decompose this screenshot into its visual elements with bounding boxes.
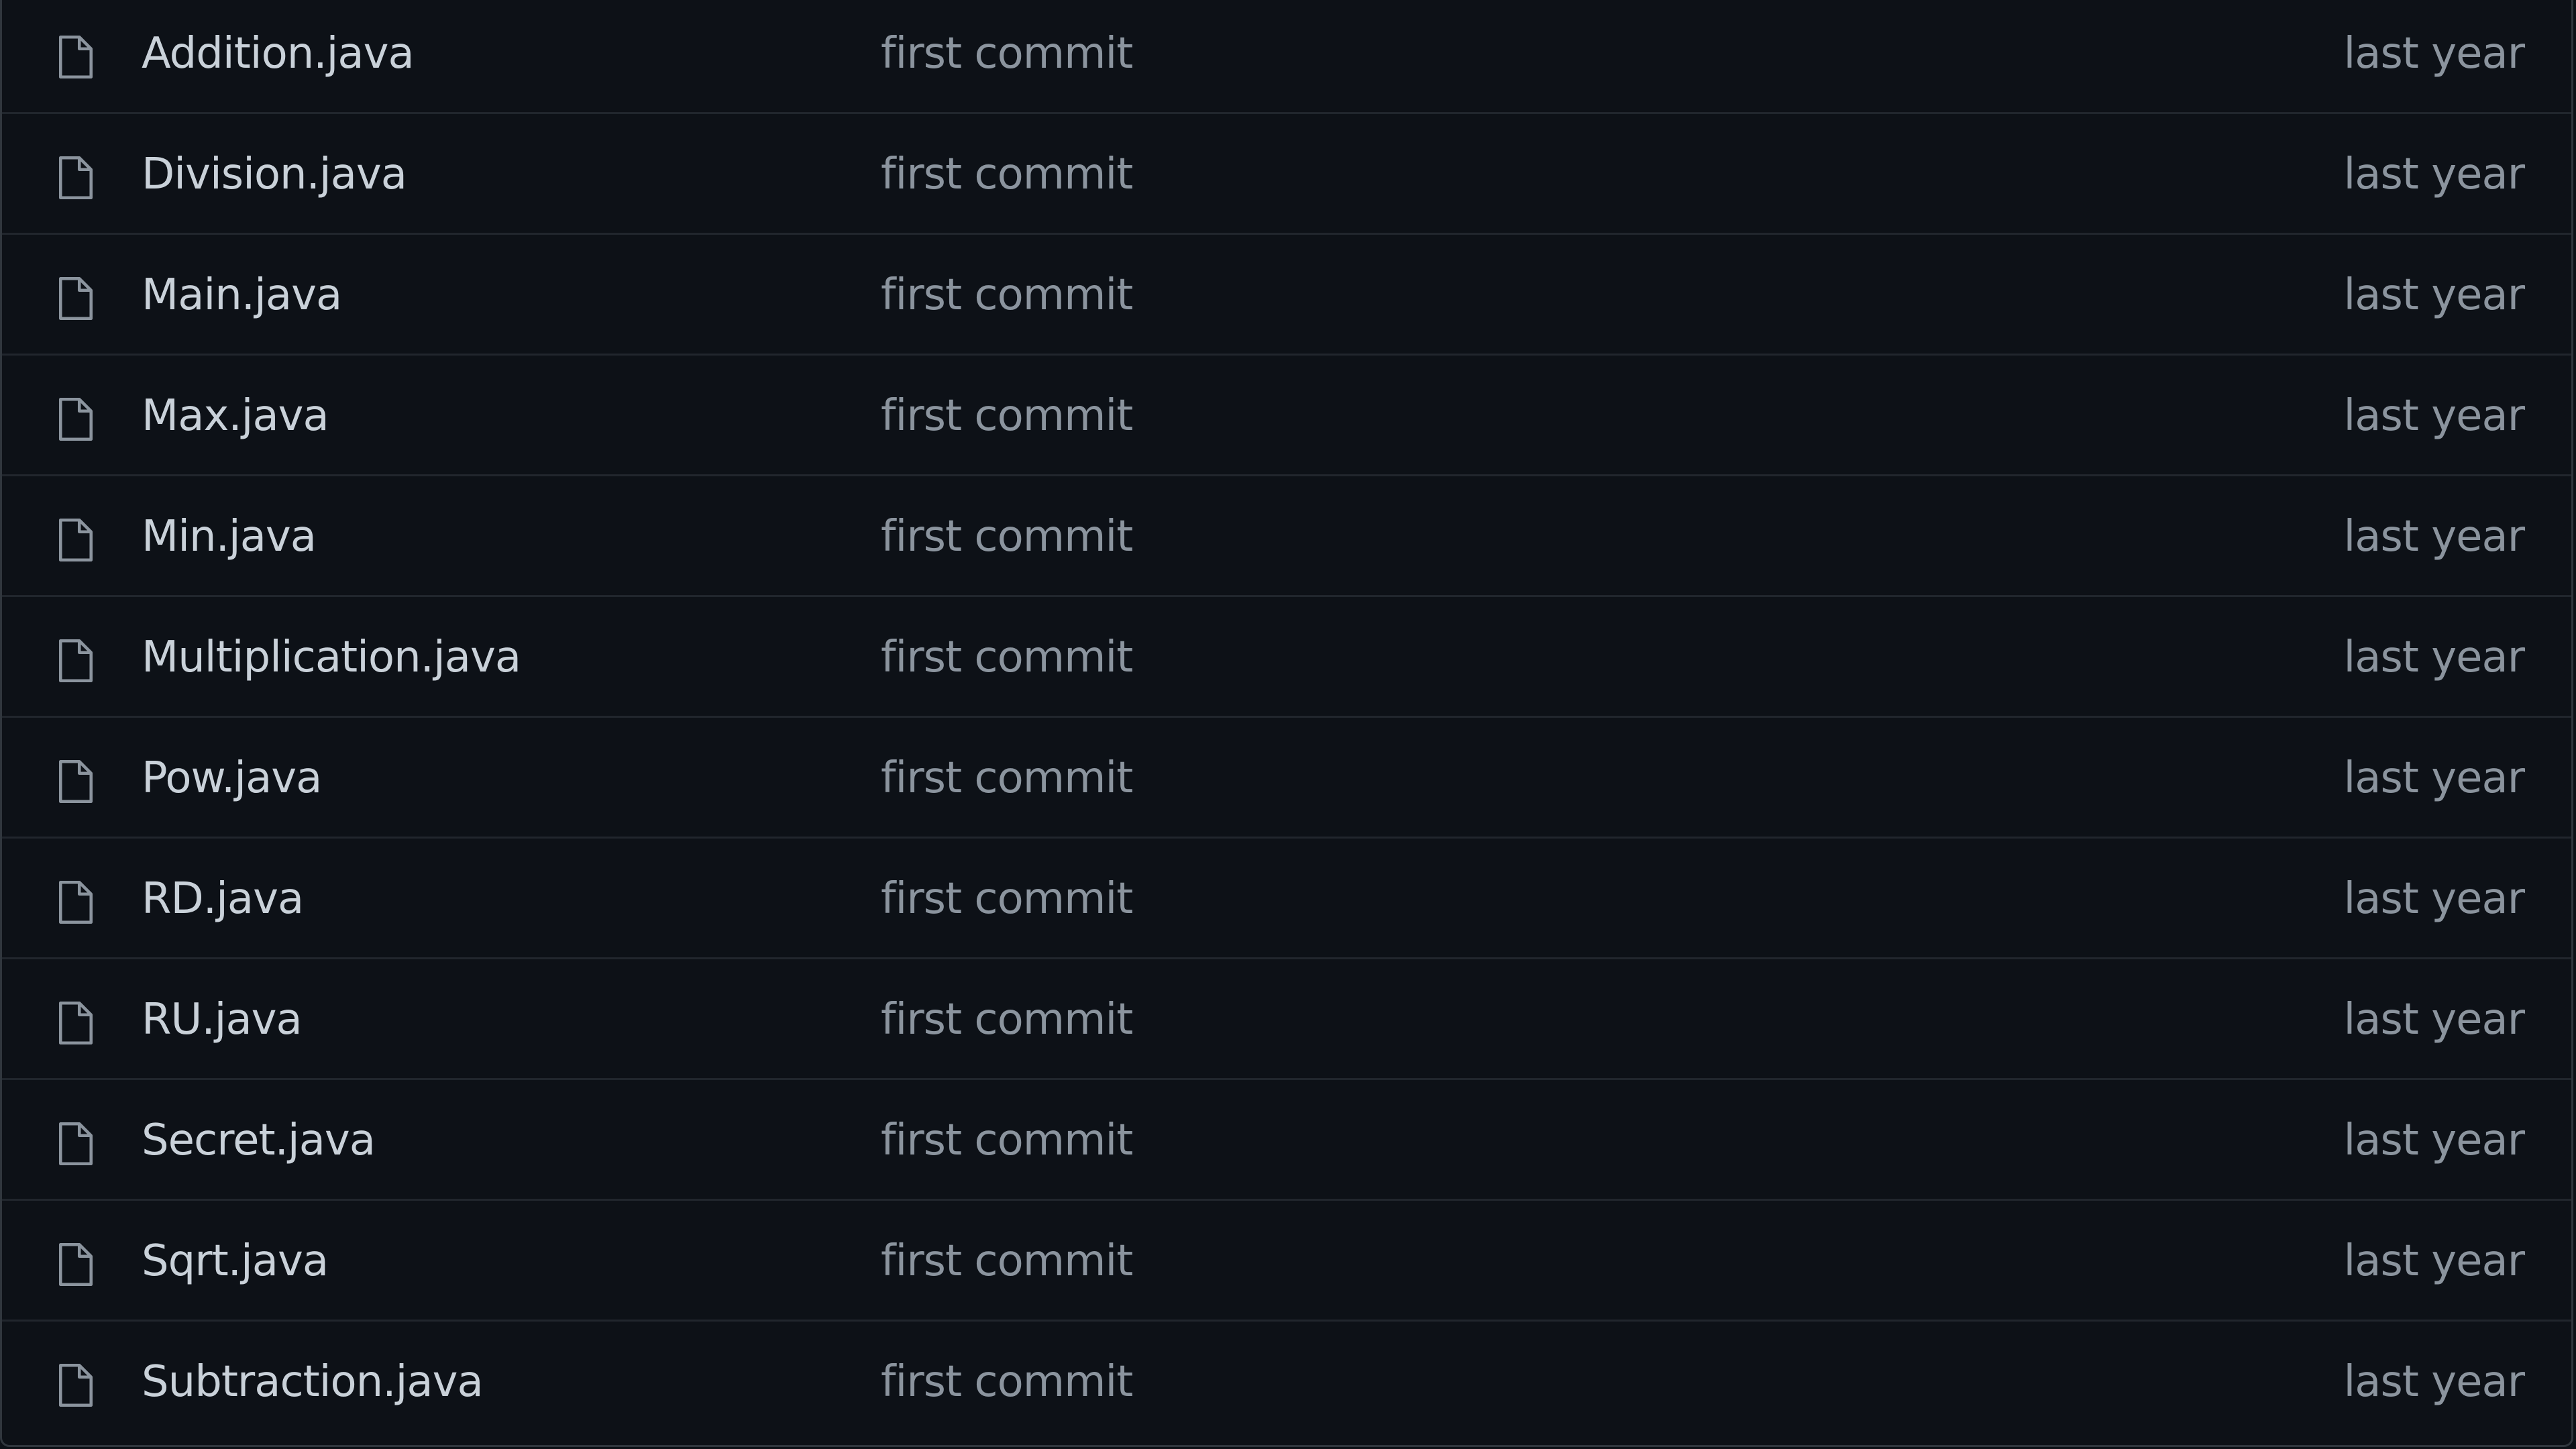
file-icon [57, 1362, 95, 1409]
file-icon [57, 154, 95, 201]
file-row[interactable]: Max.java first commit last year [2, 356, 2571, 476]
file-icon [57, 34, 95, 80]
commit-age: last year [2343, 512, 2525, 561]
file-row[interactable]: Pow.java first commit last year [2, 718, 2571, 839]
commit-message-link[interactable]: first commit [881, 1201, 1133, 1322]
file-name-link[interactable]: Division.java [142, 114, 407, 235]
commit-age: last year [2343, 270, 2525, 320]
file-row[interactable]: Sqrt.java first commit last year [2, 1201, 2571, 1322]
commit-message-link[interactable]: first commit [881, 597, 1133, 718]
commit-message-link[interactable]: first commit [881, 959, 1133, 1080]
file-row[interactable]: Secret.java first commit last year [2, 1080, 2571, 1201]
commit-age: last year [2343, 753, 2525, 803]
file-icon [57, 879, 95, 926]
commit-message-link[interactable]: first commit [881, 1080, 1133, 1201]
file-name-link[interactable]: Main.java [142, 235, 342, 356]
file-icon [57, 1000, 95, 1046]
file-row[interactable]: Main.java first commit last year [2, 235, 2571, 356]
commit-age: last year [2343, 1116, 2525, 1165]
file-name-link[interactable]: Addition.java [142, 0, 415, 114]
file-name-link[interactable]: Max.java [142, 356, 329, 476]
commit-age: last year [2343, 633, 2525, 682]
file-row[interactable]: RU.java first commit last year [2, 959, 2571, 1080]
file-icon [57, 637, 95, 684]
file-name-link[interactable]: RD.java [142, 839, 304, 959]
file-row[interactable]: Division.java first commit last year [2, 114, 2571, 235]
file-icon [57, 758, 95, 805]
commit-message-link[interactable]: first commit [881, 356, 1133, 476]
file-row[interactable]: Min.java first commit last year [2, 476, 2571, 597]
file-name-link[interactable]: Pow.java [142, 718, 322, 839]
commit-age: last year [2343, 1236, 2525, 1286]
commit-age: last year [2343, 150, 2525, 199]
file-icon [57, 1120, 95, 1167]
commit-message-link[interactable]: first commit [881, 0, 1133, 114]
commit-age: last year [2343, 1357, 2525, 1407]
file-icon [57, 275, 95, 322]
file-row[interactable]: RD.java first commit last year [2, 839, 2571, 959]
file-icon [57, 517, 95, 564]
commit-age: last year [2343, 29, 2525, 78]
file-icon [57, 1241, 95, 1288]
commit-message-link[interactable]: first commit [881, 718, 1133, 839]
file-name-link[interactable]: Subtraction.java [142, 1322, 484, 1442]
file-row[interactable]: Multiplication.java first commit last ye… [2, 597, 2571, 718]
commit-message-link[interactable]: first commit [881, 839, 1133, 959]
file-name-link[interactable]: RU.java [142, 959, 303, 1080]
file-name-link[interactable]: Sqrt.java [142, 1201, 329, 1322]
file-row[interactable]: Subtraction.java first commit last year [2, 1322, 2571, 1442]
commit-message-link[interactable]: first commit [881, 114, 1133, 235]
file-list: Addition.java first commit last year Div… [0, 0, 2573, 1447]
file-name-link[interactable]: Min.java [142, 476, 317, 597]
commit-message-link[interactable]: first commit [881, 476, 1133, 597]
commit-age: last year [2343, 391, 2525, 441]
file-name-link[interactable]: Secret.java [142, 1080, 376, 1201]
commit-message-link[interactable]: first commit [881, 1322, 1133, 1442]
commit-message-link[interactable]: first commit [881, 235, 1133, 356]
commit-age: last year [2343, 874, 2525, 924]
file-name-link[interactable]: Multiplication.java [142, 597, 521, 718]
file-row[interactable]: Addition.java first commit last year [2, 0, 2571, 114]
commit-age: last year [2343, 995, 2525, 1044]
file-icon [57, 396, 95, 443]
